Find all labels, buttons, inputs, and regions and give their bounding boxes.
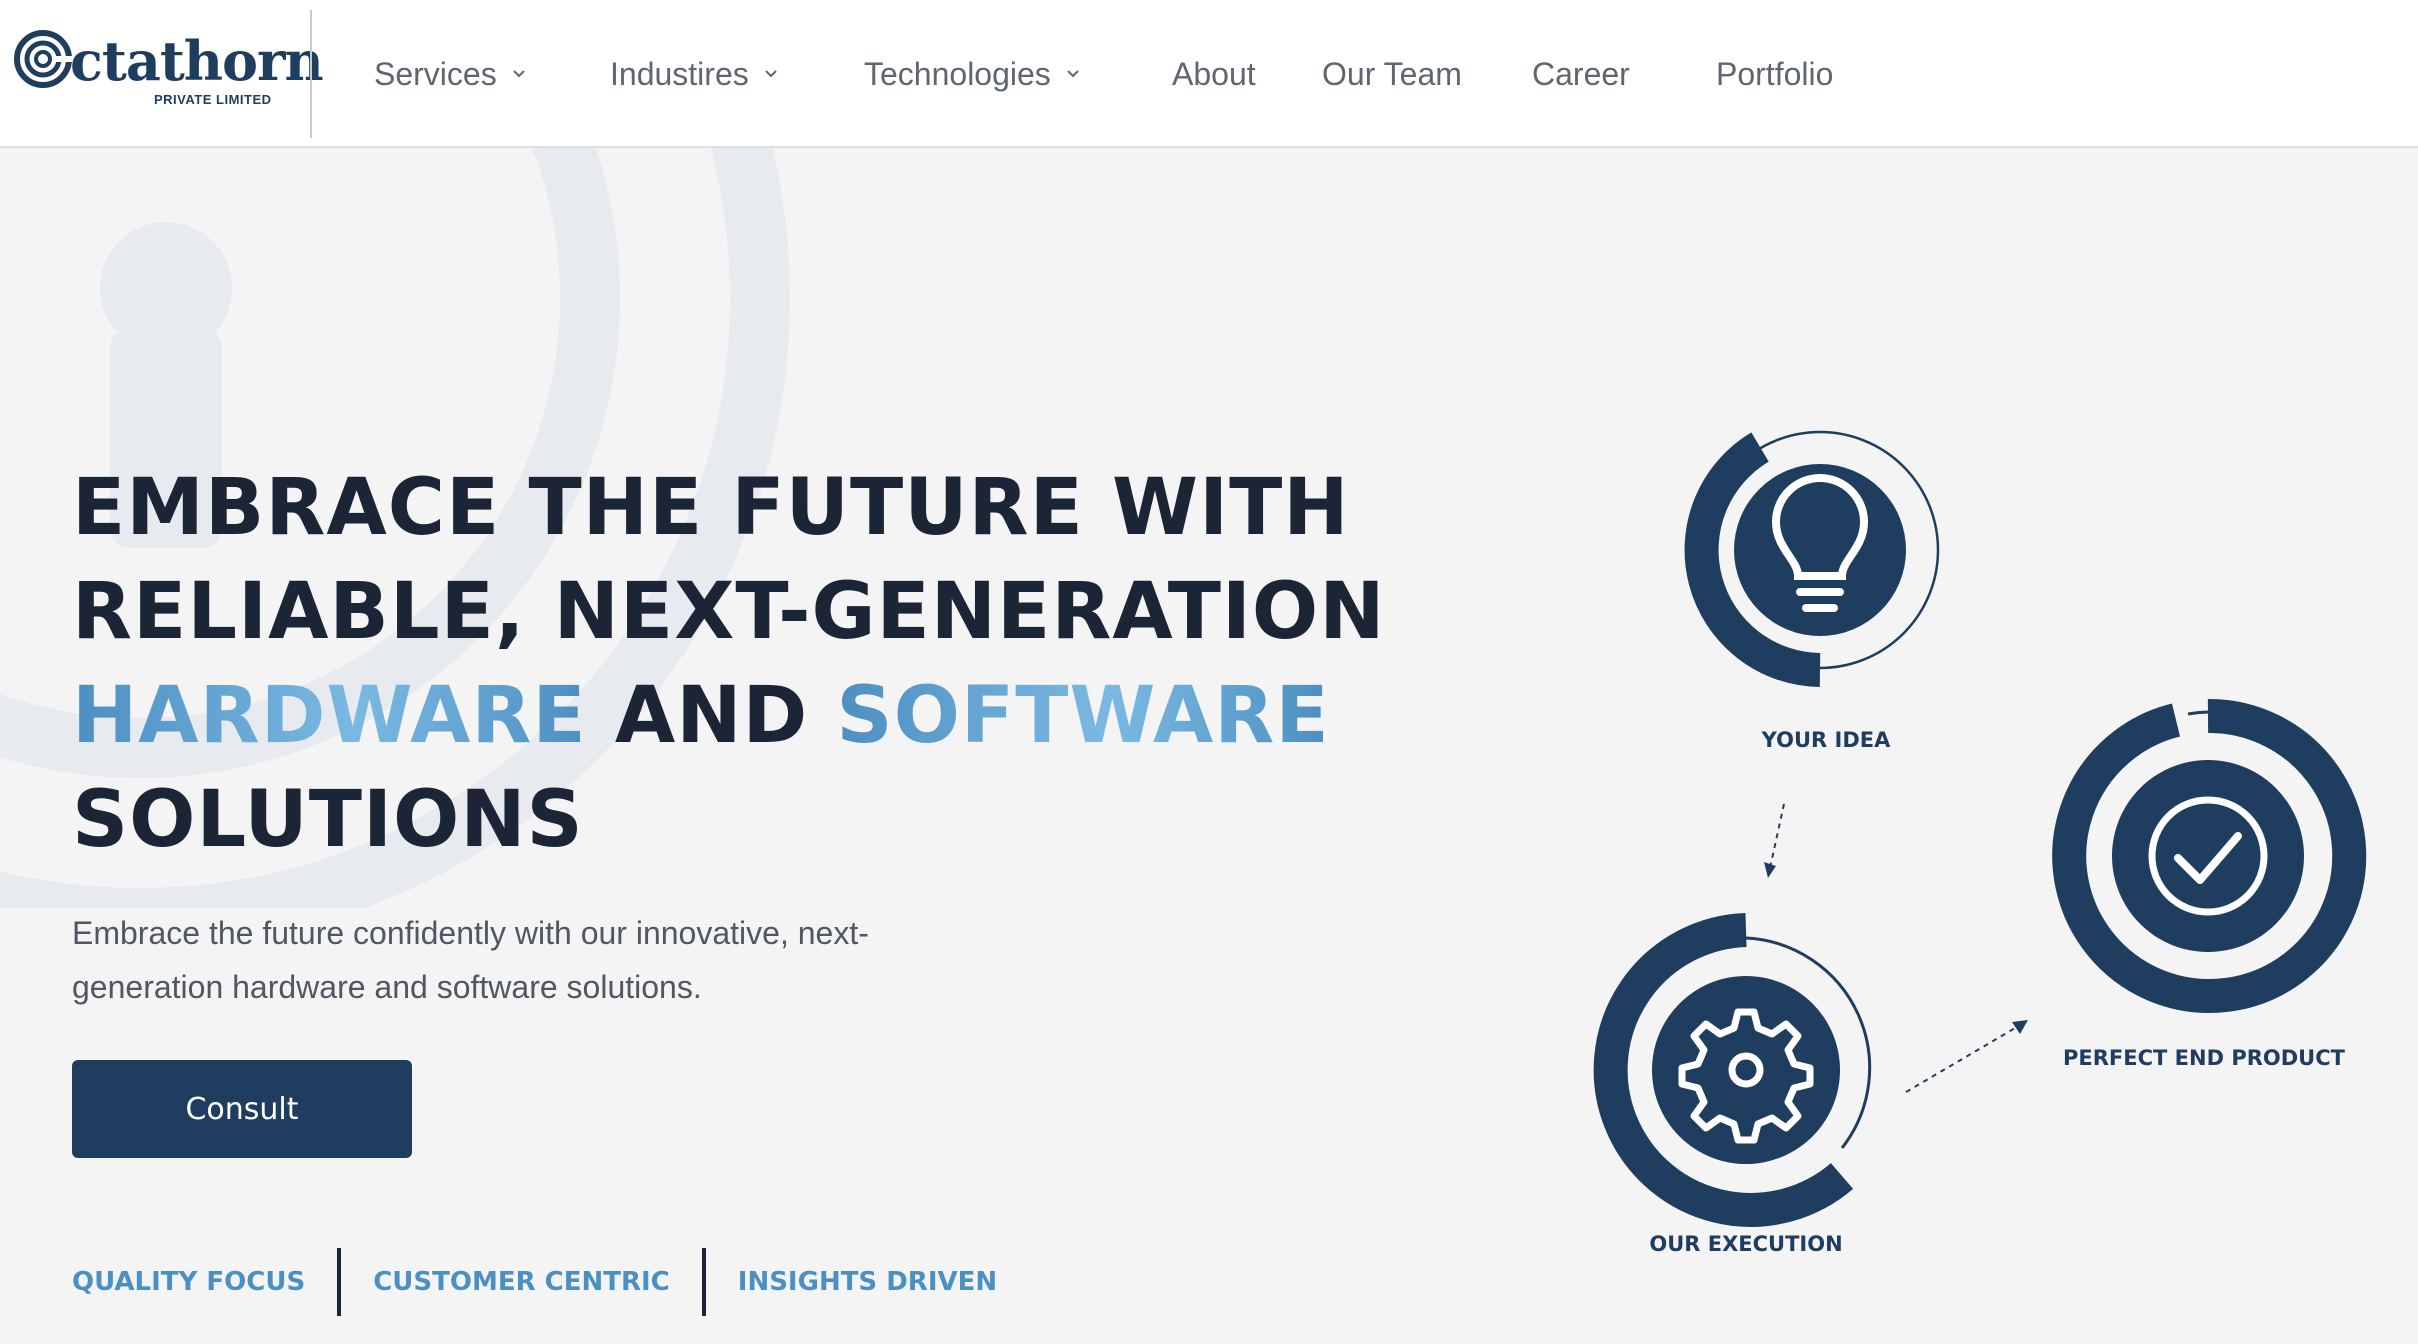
nav-item-our-team[interactable]: Our Team bbox=[1322, 52, 1462, 96]
tag-divider bbox=[337, 1248, 342, 1316]
logo-spiral-icon bbox=[14, 30, 72, 88]
value-tags: QUALITY FOCUS CUSTOMER CENTRIC INSIGHTS … bbox=[72, 1248, 997, 1316]
hero-title-line-4: SOLUTIONS bbox=[72, 775, 584, 865]
nav-item-career[interactable]: Career bbox=[1532, 52, 1630, 96]
process-diagram bbox=[1593, 430, 2367, 1227]
chevron-down-icon bbox=[512, 70, 525, 78]
flow-arrow-execution-to-product bbox=[1905, 1020, 2028, 1093]
tag-quality-focus: QUALITY FOCUS bbox=[72, 1267, 306, 1297]
nav-item-industries[interactable]: Industires bbox=[610, 52, 779, 96]
site-header: ctathorn PRIVATE LIMITED Services Indust… bbox=[0, 0, 2418, 148]
brand-logo[interactable]: ctathorn PRIVATE LIMITED bbox=[14, 26, 324, 116]
tag-divider bbox=[701, 1248, 706, 1316]
nav-item-label: Industires bbox=[610, 56, 749, 92]
brand-name: ctathorn bbox=[70, 29, 324, 93]
nav-item-label: Our Team bbox=[1322, 56, 1462, 92]
hero-title-line-1: EMBRACE THE FUTURE WITH bbox=[72, 463, 1350, 553]
hero-subtitle: Embrace the future confidently with our … bbox=[72, 906, 972, 1014]
step-idea-badge bbox=[1684, 430, 1940, 687]
step-label-your-idea: YOUR IDEA bbox=[1761, 728, 1891, 752]
hero-title-line-2: RELIABLE, NEXT-GENERATION bbox=[72, 567, 1386, 657]
hero-title: EMBRACE THE FUTURE WITH RELIABLE, NEXT-G… bbox=[72, 456, 1432, 872]
process-graphic: YOUR IDEA OUR EXECUTION PERFECT END PROD… bbox=[1560, 420, 2380, 1280]
nav-item-label: About bbox=[1172, 56, 1256, 92]
step-product-badge bbox=[2052, 698, 2367, 1013]
hero-subtitle-line-1: Embrace the future confidently with our … bbox=[72, 915, 869, 951]
title-and: AND bbox=[614, 671, 809, 761]
chevron-down-icon bbox=[1067, 70, 1079, 78]
step-label-our-execution: OUR EXECUTION bbox=[1649, 1232, 1843, 1256]
nav-item-label: Services bbox=[374, 56, 497, 92]
header-divider bbox=[310, 10, 312, 138]
flow-arrow-idea-to-execution bbox=[1764, 803, 1785, 878]
chevron-down-icon bbox=[765, 70, 777, 78]
nav-item-services[interactable]: Services bbox=[374, 52, 527, 96]
hero-title-line-3: HARDWARE AND SOFTWARE bbox=[72, 664, 1432, 768]
nav-item-label: Technologies bbox=[864, 56, 1051, 92]
highlight-hardware: HARDWARE bbox=[72, 671, 587, 761]
hero-subtitle-line-2: generation hardware and software solutio… bbox=[72, 969, 702, 1005]
nav-item-about[interactable]: About bbox=[1172, 52, 1256, 96]
highlight-software: SOFTWARE bbox=[836, 671, 1330, 761]
step-execution-badge bbox=[1593, 913, 1872, 1227]
tag-insights-driven: INSIGHTS DRIVEN bbox=[737, 1267, 998, 1297]
nav-item-label: Career bbox=[1532, 56, 1630, 92]
tag-customer-centric: CUSTOMER CENTRIC bbox=[373, 1267, 670, 1297]
step-label-perfect-end-product: PERFECT END PRODUCT bbox=[2063, 1046, 2345, 1070]
consult-button[interactable]: Consult bbox=[72, 1060, 412, 1158]
nav-item-portfolio[interactable]: Portfolio bbox=[1716, 52, 1833, 96]
nav-item-technologies[interactable]: Technologies bbox=[864, 52, 1081, 96]
nav-item-label: Portfolio bbox=[1716, 56, 1834, 92]
brand-tagline: PRIVATE LIMITED bbox=[154, 92, 272, 107]
